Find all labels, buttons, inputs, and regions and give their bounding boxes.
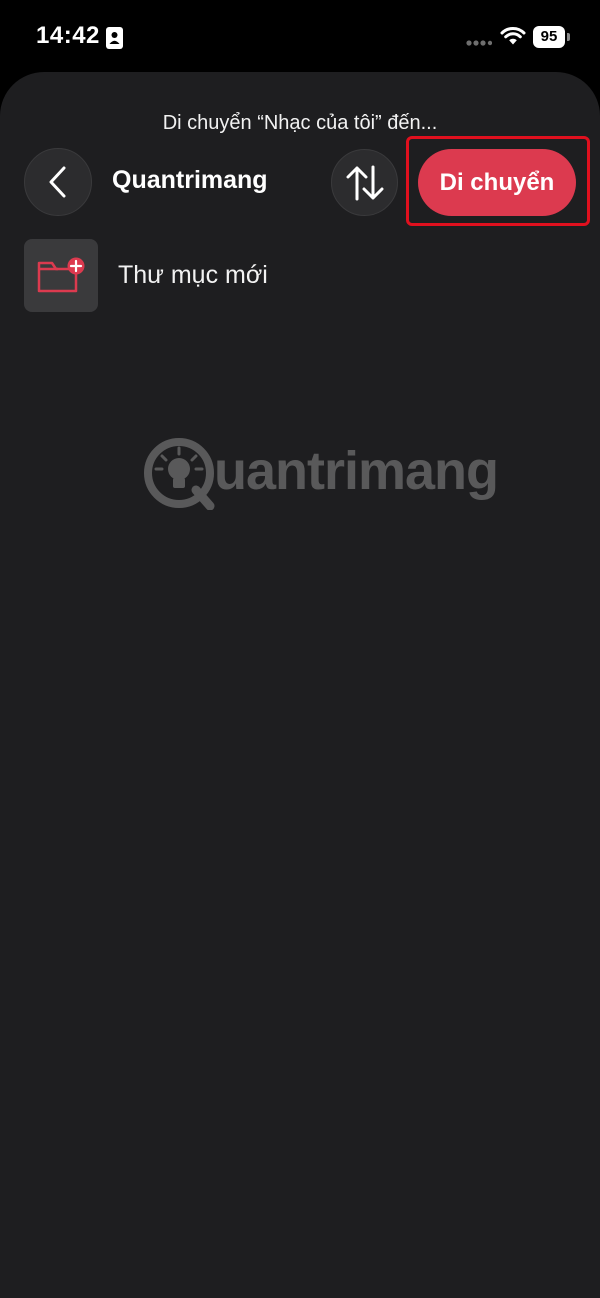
new-folder-row[interactable]: Thư mục mới — [24, 239, 584, 313]
battery-level: 95 — [533, 26, 565, 48]
new-folder-label: Thư mục mới — [118, 261, 268, 289]
status-time: 14:42 — [36, 22, 100, 49]
contact-card-icon — [106, 27, 123, 49]
wifi-icon — [500, 26, 526, 45]
status-bar: 14:42 95 — [0, 0, 600, 72]
sort-arrows-icon — [346, 165, 383, 200]
move-button[interactable]: Di chuyển — [418, 149, 576, 216]
watermark: uantrimang — [140, 430, 500, 520]
current-folder-name: Quantrimang — [112, 166, 268, 194]
phone-screen: 14:42 95 Di chuyển “Nhạc của tôi” đến... — [0, 0, 600, 1298]
watermark-text: uantrimang — [214, 441, 499, 501]
sheet-title: Di chuyển “Nhạc của tôi” đến... — [162, 112, 438, 134]
battery-tip — [567, 33, 570, 41]
move-sheet: Di chuyển “Nhạc của tôi” đến... Quantrim… — [0, 72, 600, 1298]
signal-dots-icon — [466, 40, 492, 46]
battery-indicator: 95 — [533, 26, 570, 48]
lightbulb-logo-icon — [144, 438, 215, 510]
chevron-left-icon — [49, 166, 66, 198]
new-folder-tile — [24, 239, 98, 312]
folder-add-icon — [37, 257, 85, 292]
sort-button[interactable] — [331, 149, 398, 216]
back-button[interactable] — [24, 148, 92, 216]
